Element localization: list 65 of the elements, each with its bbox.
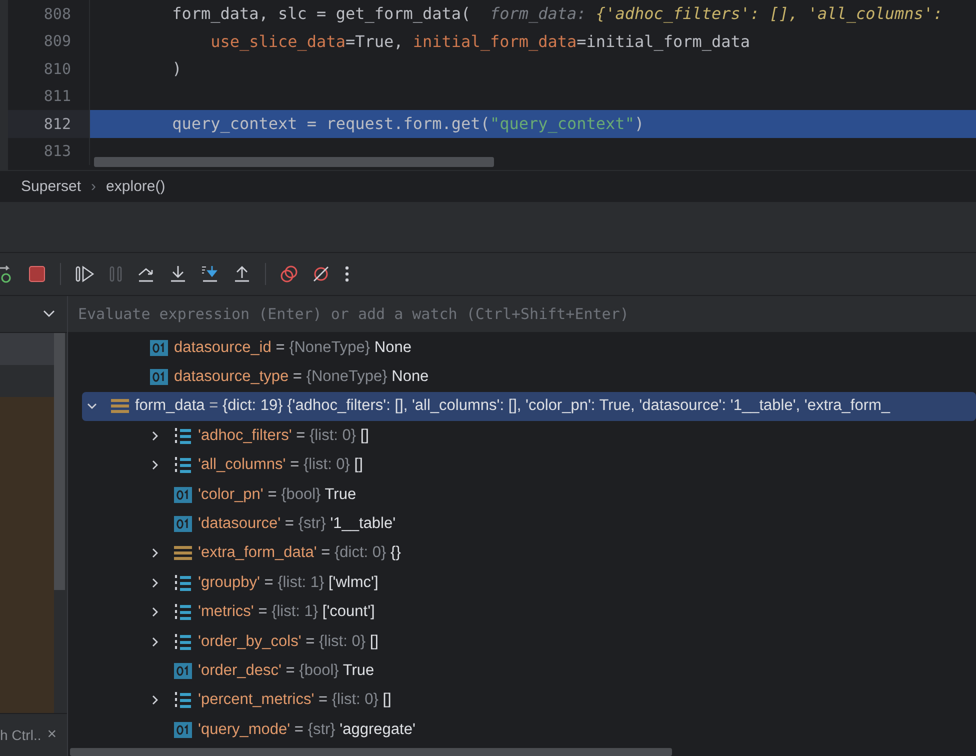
chevron-right-icon[interactable] [150, 578, 160, 588]
breadcrumb-separator: › [91, 178, 96, 195]
dict-icon [111, 398, 129, 414]
evaluate-field[interactable]: Evaluate expression (Enter) or add a watch (Ctrl+Shift+Enter) [68, 296, 976, 332]
variable-value-text: 'groupby' = {list: 1} ['wlmc'] [198, 574, 378, 592]
step-out-icon[interactable] [233, 265, 251, 283]
scrollbar-thumb[interactable] [54, 333, 65, 590]
variable-value-text: 'query_mode' = {str} 'aggregate' [198, 720, 416, 739]
variable-value-text: 'datasource' = {str} '1__table' [198, 515, 396, 534]
scrollbar-thumb[interactable] [70, 748, 672, 756]
code-line: form_data, slc = get_form_data( form_data: {'adhoc_filters': [], 'all_columns': [171, 4, 943, 24]
variable-value-text: datasource_id = {NoneType} None [174, 338, 412, 357]
breadcrumb-item[interactable]: Superset [21, 178, 82, 195]
variable-value-text: 'order_desc' = {bool} True [198, 662, 374, 680]
list-icon [174, 691, 192, 710]
variable-value-text: 'adhoc_filters' = {list: 0} [] [198, 426, 369, 445]
step-into-icon[interactable] [169, 265, 187, 283]
chevron-down-icon[interactable] [43, 310, 55, 318]
chevron-right-icon[interactable] [150, 548, 160, 558]
code-line: use_slice_data=True, initial_form_data=initial_form_data [210, 32, 750, 51]
chevron-right-icon[interactable] [150, 636, 160, 647]
chevron-right-icon[interactable] [150, 460, 160, 470]
stop-icon[interactable] [28, 265, 46, 283]
line-number: 808 [44, 4, 71, 23]
scrollbar-thumb[interactable] [94, 157, 494, 167]
list-icon [174, 603, 192, 622]
hint-text: h Ctrl.. [0, 727, 42, 743]
breakpoints-icon[interactable] [280, 265, 298, 283]
line-number: 811 [44, 87, 71, 106]
list-icon [174, 456, 192, 474]
variable-value-text: 'percent_metrics' = {list: 0} [] [198, 691, 392, 710]
variable-value-text: 'color_pn' = {bool} True [198, 486, 356, 504]
line-number: 813 [44, 142, 71, 160]
line-number: 809 [44, 32, 71, 50]
primitive-icon [174, 662, 192, 679]
chevron-down-icon[interactable] [87, 401, 97, 412]
primitive-icon [174, 516, 192, 532]
variable-value-text: form_data = {dict: 19} {'adhoc_filters': [], 'all_columns': [], 'color_pn': True, 'datasource': '1__table', 'extra_form_ [135, 397, 890, 416]
breadcrumb-item[interactable]: explore() [106, 178, 166, 195]
chevron-right-icon[interactable] [150, 430, 160, 441]
variable-value-text: 'metrics' = {list: 1} ['count'] [198, 603, 375, 622]
step-into-my-code-icon[interactable] [201, 265, 219, 283]
primitive-icon [150, 369, 168, 386]
primitive-icon [174, 486, 192, 503]
chevron-right-icon[interactable] [150, 695, 160, 706]
more-icon[interactable] [344, 265, 350, 283]
variable-value-text: 'extra_form_data' = {dict: 0} {} [198, 544, 401, 562]
code-line: query_context = request.form.get("query_context") [171, 114, 644, 134]
variable-row[interactable]: form_data = {dict: 19} {'adhoc_filters': [], 'all_columns': [], 'color_pn': True, 'datasource': '1__table', 'extra_form_ [82, 392, 976, 422]
list-icon [174, 574, 192, 592]
mute-breakpoints-icon[interactable] [312, 265, 330, 283]
line-number: 810 [44, 60, 71, 78]
list-icon [174, 632, 192, 651]
primitive-icon [174, 722, 192, 738]
dict-icon [174, 545, 192, 562]
variable-value-text: 'all_columns' = {list: 0} [] [198, 456, 363, 474]
list-icon [174, 426, 192, 445]
chevron-right-icon[interactable] [150, 607, 160, 618]
primitive-icon [150, 340, 168, 356]
variable-value-text: datasource_type = {NoneType} None [174, 368, 429, 386]
line-number: 812 [44, 114, 71, 133]
code-line: ) [171, 59, 182, 78]
resume-icon[interactable] [75, 265, 95, 283]
close-icon[interactable]: × [47, 726, 57, 744]
variable-value-text: 'order_by_cols' = {list: 0} [] [198, 632, 378, 651]
